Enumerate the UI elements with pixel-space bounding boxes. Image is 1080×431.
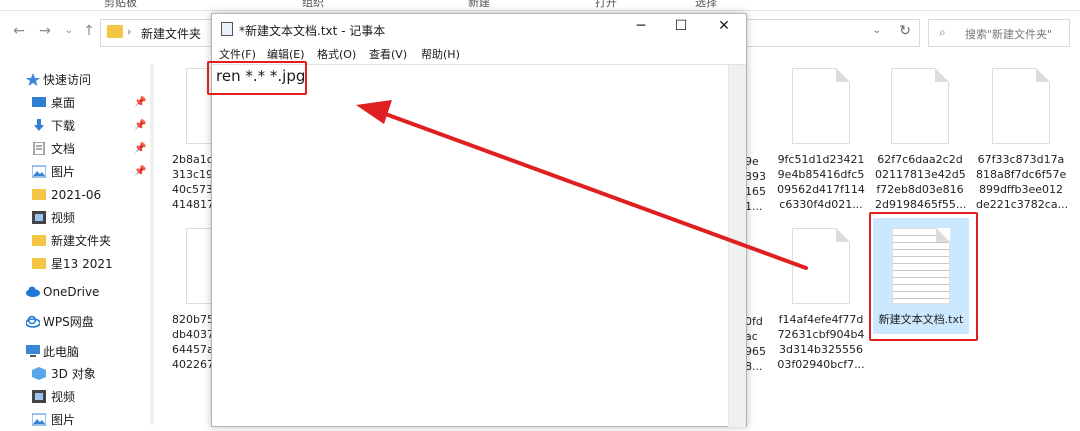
arrow-head: [356, 100, 392, 124]
annotation-arrow: [356, 100, 808, 270]
arrow-line: [378, 110, 808, 270]
